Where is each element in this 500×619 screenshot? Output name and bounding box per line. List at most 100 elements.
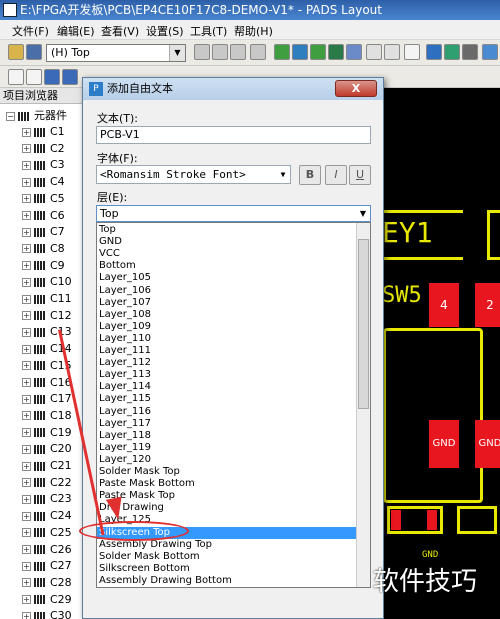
copy-icon[interactable]: [212, 44, 228, 60]
expand-icon[interactable]: +: [22, 461, 31, 471]
drafting-toolbar-icon[interactable]: [292, 44, 308, 60]
expand-icon[interactable]: +: [22, 494, 31, 504]
layer-option[interactable]: Layer_110: [97, 333, 357, 345]
expand-icon[interactable]: +: [22, 160, 31, 170]
paste-icon[interactable]: [230, 44, 246, 60]
chevron-down-icon[interactable]: ▼: [169, 45, 185, 61]
layer-option[interactable]: Drill Drawing: [97, 502, 357, 514]
expand-icon[interactable]: +: [22, 194, 31, 204]
tree-item[interactable]: + C30: [22, 608, 72, 619]
layer-option[interactable]: VCC: [97, 248, 357, 260]
expand-icon[interactable]: +: [22, 344, 31, 354]
dimension-toolbar-icon[interactable]: [310, 44, 326, 60]
tree-item[interactable]: + C5: [22, 191, 65, 208]
menu-file[interactable]: 文件(F): [12, 23, 49, 39]
expand-icon[interactable]: +: [22, 561, 31, 571]
layer-option[interactable]: Top: [97, 224, 357, 236]
chevron-down-icon[interactable]: ▼: [276, 166, 290, 183]
expand-icon[interactable]: +: [22, 595, 31, 605]
font-select[interactable]: <Romansim Stroke Font> ▼: [96, 165, 291, 184]
layer-option[interactable]: Layer_112: [97, 357, 357, 369]
layer-option[interactable]: Layer_115: [97, 393, 357, 405]
expand-icon[interactable]: +: [22, 277, 31, 287]
layer-option[interactable]: Solder Mask Top: [97, 466, 357, 478]
chevron-down-icon[interactable]: ▼: [356, 206, 370, 221]
tree-item[interactable]: + C16: [22, 375, 72, 392]
tree-item[interactable]: + C7: [22, 224, 65, 241]
expand-icon[interactable]: +: [22, 611, 31, 619]
expand-icon[interactable]: +: [22, 361, 31, 371]
select-net-icon[interactable]: [62, 69, 78, 85]
expand-icon[interactable]: +: [22, 177, 31, 187]
expand-icon[interactable]: +: [22, 411, 31, 421]
expand-icon[interactable]: +: [22, 394, 31, 404]
layer-pair-icon[interactable]: [194, 44, 210, 60]
tree-item[interactable]: + C26: [22, 542, 72, 559]
redo-icon[interactable]: [384, 44, 400, 60]
expand-icon[interactable]: +: [22, 294, 31, 304]
layer-option[interactable]: Assembly Drawing Bottom: [97, 575, 357, 587]
collapse-icon[interactable]: −: [6, 111, 15, 121]
save-icon[interactable]: [26, 44, 42, 60]
layer-option[interactable]: Bottom: [97, 260, 357, 272]
tree-item[interactable]: + C28: [22, 575, 72, 592]
tree-item[interactable]: + C9: [22, 258, 65, 275]
layer-option[interactable]: Layer_111: [97, 345, 357, 357]
tree-item[interactable]: + C24: [22, 508, 72, 525]
tree-item[interactable]: +C13: [22, 324, 72, 341]
layer-option[interactable]: Layer_113: [97, 369, 357, 381]
expand-icon[interactable]: +: [22, 511, 31, 521]
design-toolbar-icon[interactable]: [274, 44, 290, 60]
expand-icon[interactable]: +: [22, 428, 31, 438]
layer-option[interactable]: GND: [97, 236, 357, 248]
tree-root[interactable]: − 元器件: [6, 108, 67, 125]
menu-edit[interactable]: 编辑(E): [57, 23, 95, 39]
tree-item[interactable]: + C18: [22, 408, 72, 425]
tree-item[interactable]: + C11: [22, 291, 72, 308]
layer-dropdown[interactable]: Top ▼: [96, 205, 371, 222]
tree-item[interactable]: + C29: [22, 592, 72, 609]
menu-setup[interactable]: 设置(S): [146, 23, 184, 39]
route-icon[interactable]: [328, 44, 344, 60]
toolbar-layer-select[interactable]: (H) Top ▼: [46, 44, 186, 62]
expand-icon[interactable]: +: [22, 444, 31, 454]
expand-icon[interactable]: +: [22, 378, 31, 387]
undo-icon[interactable]: [366, 44, 382, 60]
layer-option[interactable]: Layer_120: [97, 454, 357, 466]
layer-option[interactable]: Paste Mask Bottom: [97, 478, 357, 490]
tree-item[interactable]: + C21: [22, 458, 72, 475]
layer-option[interactable]: Layer_117: [97, 418, 357, 430]
tree-item[interactable]: + C23: [22, 491, 72, 508]
select-mode-icon[interactable]: [26, 69, 42, 85]
tree-item[interactable]: + C27: [22, 558, 72, 575]
pour-icon[interactable]: [444, 44, 460, 60]
tree-item[interactable]: + C22: [22, 475, 72, 492]
expand-icon[interactable]: +: [22, 311, 31, 321]
tree-item[interactable]: + C25: [22, 525, 72, 542]
expand-icon[interactable]: +: [22, 227, 31, 237]
close-button[interactable]: X: [335, 80, 377, 97]
layer-option[interactable]: Paste Mask Top: [97, 490, 357, 502]
layer-option[interactable]: Solder Mask Bottom: [97, 551, 357, 563]
layer-option[interactable]: Layer_114: [97, 381, 357, 393]
layer-option[interactable]: Layer_109: [97, 321, 357, 333]
expand-icon[interactable]: +: [22, 545, 31, 554]
expand-icon[interactable]: +: [22, 528, 31, 538]
tree-item[interactable]: + C20: [22, 441, 72, 458]
layer-option[interactable]: Layer_116: [97, 406, 357, 418]
tree-item[interactable]: + C8: [22, 241, 65, 258]
tree-item[interactable]: + C10: [22, 274, 72, 291]
tree-item[interactable]: + C12: [22, 308, 72, 325]
layer-list-scrollbar[interactable]: [356, 223, 370, 587]
expand-icon[interactable]: +: [22, 144, 31, 154]
tree-item[interactable]: + C19: [22, 425, 72, 442]
tree-item[interactable]: + C3: [22, 157, 65, 174]
filter-icon[interactable]: [462, 44, 478, 60]
open-icon[interactable]: [8, 44, 24, 60]
expand-icon[interactable]: +: [22, 327, 31, 337]
select-arrow-icon[interactable]: [8, 69, 24, 85]
bold-button[interactable]: B: [299, 165, 321, 185]
italic-button[interactable]: I: [325, 165, 347, 185]
verify-icon[interactable]: [426, 44, 442, 60]
expand-icon[interactable]: +: [22, 211, 31, 220]
